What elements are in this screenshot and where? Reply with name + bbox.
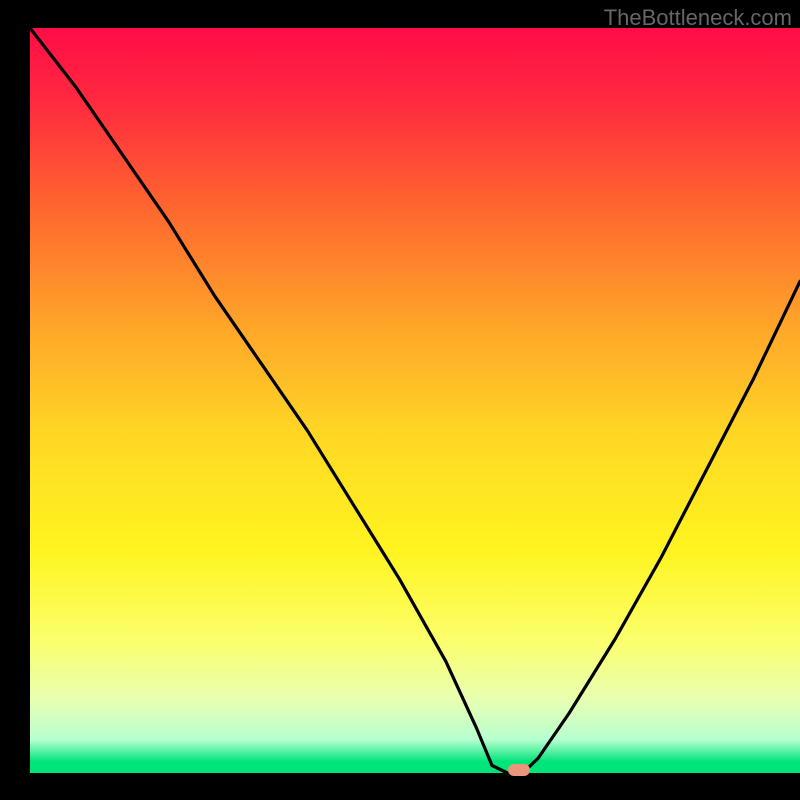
watermark-text: TheBottleneck.com [604, 5, 792, 31]
optimal-marker [508, 764, 530, 776]
plot-area [30, 28, 800, 773]
chart-container: TheBottleneck.com [0, 0, 800, 800]
bottleneck-curve [30, 28, 800, 773]
